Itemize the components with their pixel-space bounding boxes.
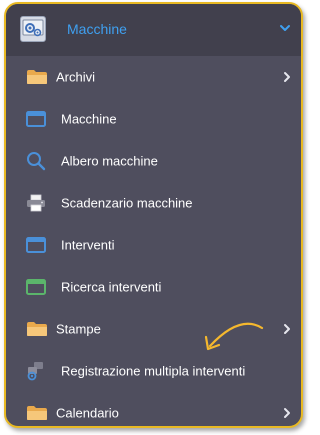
menu-item-interventi[interactable]: Interventi: [6, 224, 301, 266]
menu-item-archivi[interactable]: Archivi: [6, 56, 301, 98]
window-icon: [26, 111, 46, 127]
menu-item-label: Calendario: [56, 405, 119, 421]
folder-icon: [27, 406, 47, 420]
search-icon: [27, 152, 46, 171]
menu-item-scadenzario-macchine[interactable]: Scadenzario macchine: [6, 182, 301, 224]
menu-header-title: Macchine: [67, 21, 127, 37]
machines-gear-icon: [20, 16, 46, 42]
menu-item-ricerca-interventi[interactable]: Ricerca interventi: [6, 266, 301, 308]
chevron-right-icon: [284, 72, 290, 82]
chevron-down-icon[interactable]: [279, 22, 291, 34]
menu-item-albero-macchine[interactable]: Albero macchine: [6, 140, 301, 182]
menu-item-label: Scadenzario macchine: [61, 195, 193, 211]
menu-item-macchine[interactable]: Macchine: [6, 98, 301, 140]
printer-icon: [27, 194, 45, 212]
multi-gear-icon: [27, 362, 43, 381]
menu-item-calendario[interactable]: Calendario: [6, 392, 301, 426]
folder-icon: [27, 322, 47, 336]
folder-icon: [27, 70, 47, 84]
menu-item-label: Macchine: [61, 111, 117, 127]
menu-item-label: Registrazione multipla interventi: [61, 363, 246, 379]
machines-menu-panel: Macchine Archivi Macchine Albero macchin…: [4, 2, 303, 428]
menu-header[interactable]: Macchine: [6, 4, 301, 56]
menu-item-label: Ricerca interventi: [61, 279, 162, 295]
menu-item-label: Albero macchine: [61, 153, 158, 169]
chevron-right-icon: [284, 408, 290, 418]
menu-item-label: Interventi: [61, 237, 115, 253]
menu-item-label: Archivi: [56, 69, 96, 85]
window-green-icon: [26, 279, 46, 295]
curved-arrow-icon: [204, 322, 264, 351]
window-icon: [26, 237, 46, 253]
chevron-right-icon: [284, 324, 290, 334]
menu-item-label: Stampe: [56, 321, 101, 337]
